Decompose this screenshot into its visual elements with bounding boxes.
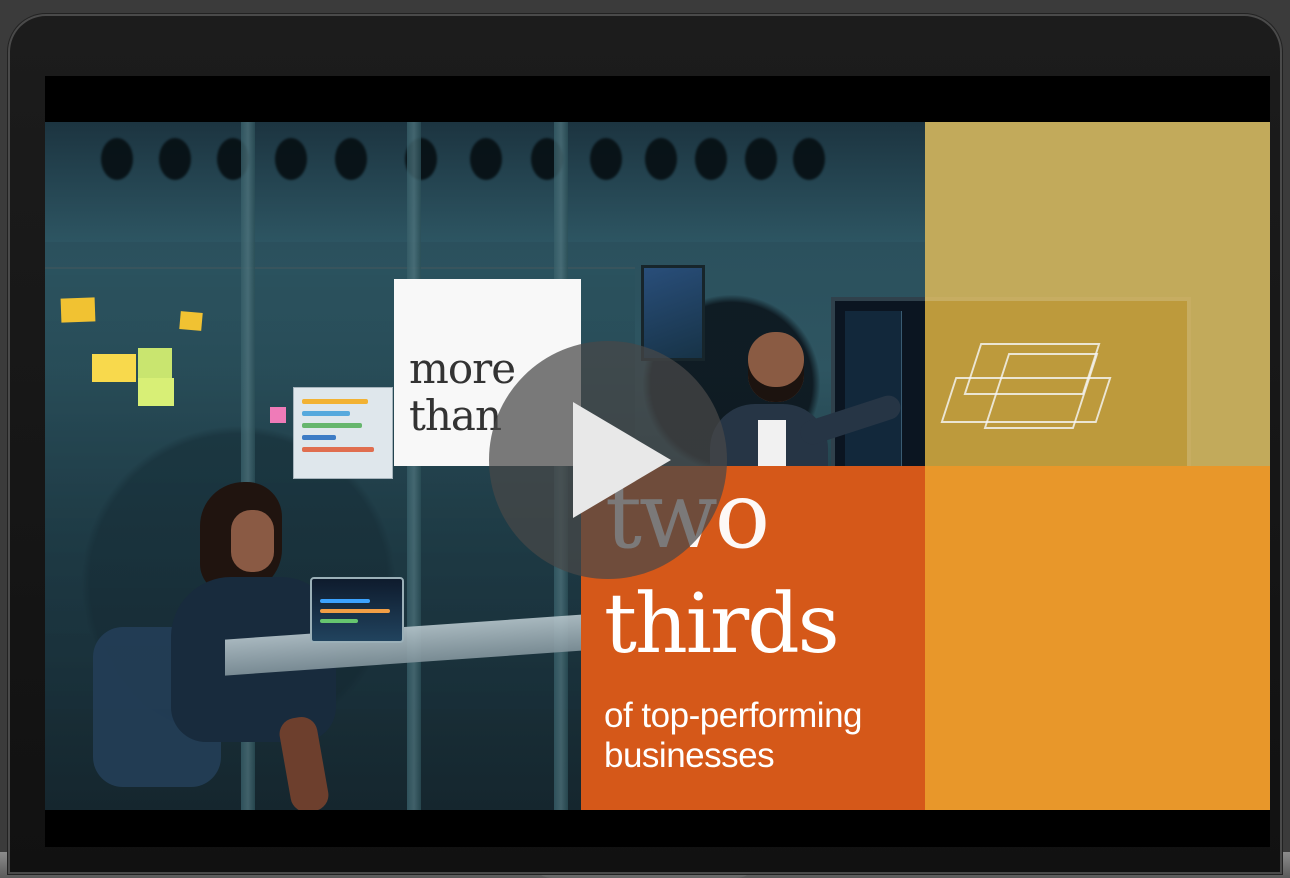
board-line	[302, 423, 362, 428]
person-face	[231, 510, 274, 572]
window-mullion	[407, 122, 421, 810]
sticky-note	[270, 407, 286, 423]
laptop-chart-bar	[320, 599, 370, 603]
board-line	[302, 399, 368, 404]
pendant-lamp	[793, 138, 825, 180]
pendant-lamp	[590, 138, 622, 180]
pendant-lamp	[745, 138, 777, 180]
video-player[interactable]: more than two thirds of top-performing b…	[45, 122, 1270, 810]
sticky-note	[138, 348, 172, 378]
headline-thirds: thirds	[604, 577, 840, 672]
wall-art	[641, 265, 705, 361]
whiteboard	[293, 387, 393, 479]
laptop-chart-bar	[320, 619, 358, 623]
pendant-lamp	[275, 138, 307, 180]
pendant-lamp	[159, 138, 191, 180]
pendant-lamp	[470, 138, 502, 180]
pendant-lamp	[335, 138, 367, 180]
sticky-note	[60, 297, 96, 323]
amber-color-block	[925, 466, 1270, 810]
pendant-lamp	[645, 138, 677, 180]
gold-color-block	[925, 122, 1270, 466]
pendant-lamp	[695, 138, 727, 180]
presenter-arm	[797, 392, 904, 448]
pendant-lamp	[101, 138, 133, 180]
presenter-head	[748, 332, 804, 402]
laptop-frame: more than two thirds of top-performing b…	[8, 14, 1282, 874]
subheadline: of top-performing businesses	[604, 696, 863, 775]
screen: more than two thirds of top-performing b…	[45, 76, 1270, 847]
sticky-note	[92, 354, 136, 382]
device-mockup: more than two thirds of top-performing b…	[0, 0, 1290, 878]
sticky-note	[179, 311, 203, 331]
open-laptop	[310, 577, 404, 643]
board-line	[302, 447, 374, 452]
play-button[interactable]	[489, 341, 727, 579]
laptop-chart-bar	[320, 609, 390, 613]
sticky-note	[138, 378, 174, 406]
board-line	[302, 435, 336, 440]
board-line	[302, 411, 350, 416]
play-icon[interactable]	[573, 402, 671, 518]
